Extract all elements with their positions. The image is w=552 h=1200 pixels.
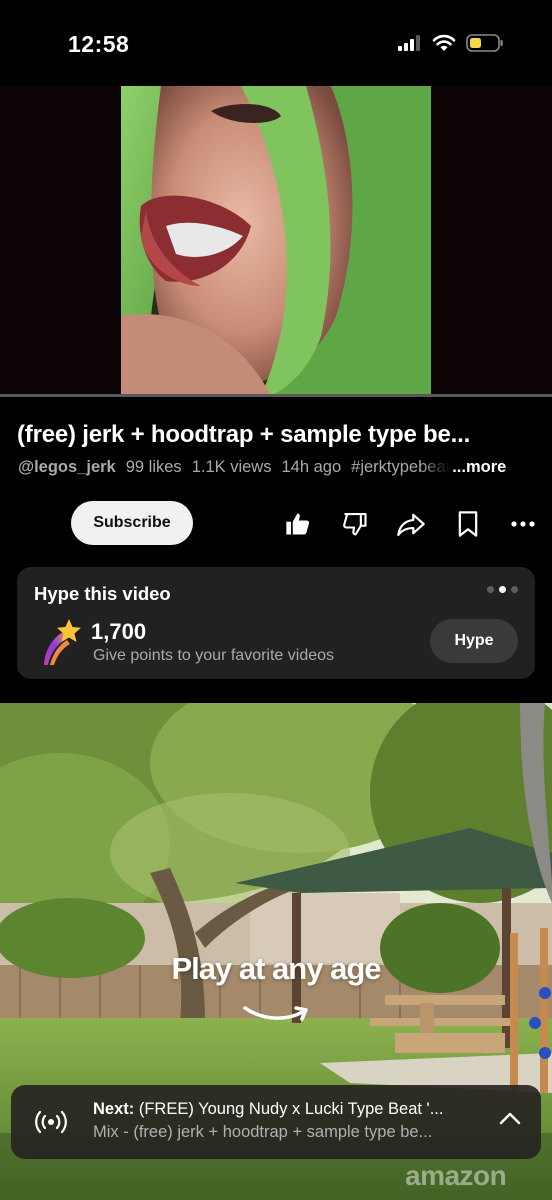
hype-button[interactable]: Hype	[430, 619, 518, 663]
hype-title: Hype this video	[34, 583, 171, 604]
chevron-up-icon[interactable]	[499, 1111, 521, 1125]
like-count: 99 likes	[125, 458, 182, 476]
hype-page-indicator	[487, 586, 518, 593]
video-meta[interactable]: @legos_jerk 99 likes 1.1K views 14h ago …	[18, 458, 538, 477]
thumbs-down-icon[interactable]	[340, 509, 370, 539]
video-thumbnail	[121, 86, 431, 396]
ad-tagline: Play at any age	[171, 951, 381, 986]
video-title[interactable]: (free) jerk + hoodtrap + sample type be.…	[17, 421, 537, 449]
next-video-subtitle: Mix - (free) jerk + hoodtrap + sample ty…	[93, 1123, 433, 1141]
channel-handle[interactable]: @legos_jerk	[18, 458, 116, 477]
hype-subtitle: Give points to your favorite videos	[93, 647, 335, 664]
hype-card: Hype this video 1,700 Give points to you…	[17, 567, 535, 679]
video-player[interactable]	[0, 86, 552, 396]
next-video-title: Next: (FREE) Young Nudy x Lucki Type Bea…	[93, 1100, 478, 1119]
more-icon[interactable]	[508, 509, 538, 539]
video-progress-bar[interactable]	[0, 394, 552, 397]
page-dot	[499, 586, 506, 593]
save-icon[interactable]	[453, 509, 483, 539]
page-dot	[511, 586, 518, 593]
page-dot	[487, 586, 494, 593]
hype-points: 1,700	[91, 619, 147, 644]
upload-age: 14h ago	[281, 458, 342, 476]
more-link[interactable]: ...more	[452, 458, 506, 477]
status-time: 12:58	[68, 31, 130, 57]
next-up-bar[interactable]: Next: (FREE) Young Nudy x Lucki Type Bea…	[11, 1085, 541, 1159]
action-row: Subscribe	[0, 500, 552, 546]
thumbs-up-icon[interactable]	[283, 509, 313, 539]
shooting-star-icon	[44, 619, 81, 665]
hashtag-link[interactable]: #jerktypebeat	[351, 458, 450, 477]
share-icon[interactable]	[396, 509, 426, 539]
view-count: 1.1K views	[191, 458, 272, 476]
wifi-icon	[432, 34, 456, 51]
battery-icon	[466, 34, 503, 52]
next-title-text: (FREE) Young Nudy x Lucki Type Beat '...	[138, 1100, 444, 1118]
ad-brand-logo: amazon	[405, 1160, 507, 1191]
broadcast-icon	[35, 1110, 67, 1134]
status-bar: 12:58	[0, 0, 552, 86]
status-icons	[398, 34, 504, 52]
amazon-smile-icon	[243, 1006, 308, 1021]
subscribe-button[interactable]: Subscribe	[71, 501, 193, 545]
cellular-signal-icon	[398, 35, 420, 51]
next-prefix: Next:	[93, 1100, 135, 1118]
